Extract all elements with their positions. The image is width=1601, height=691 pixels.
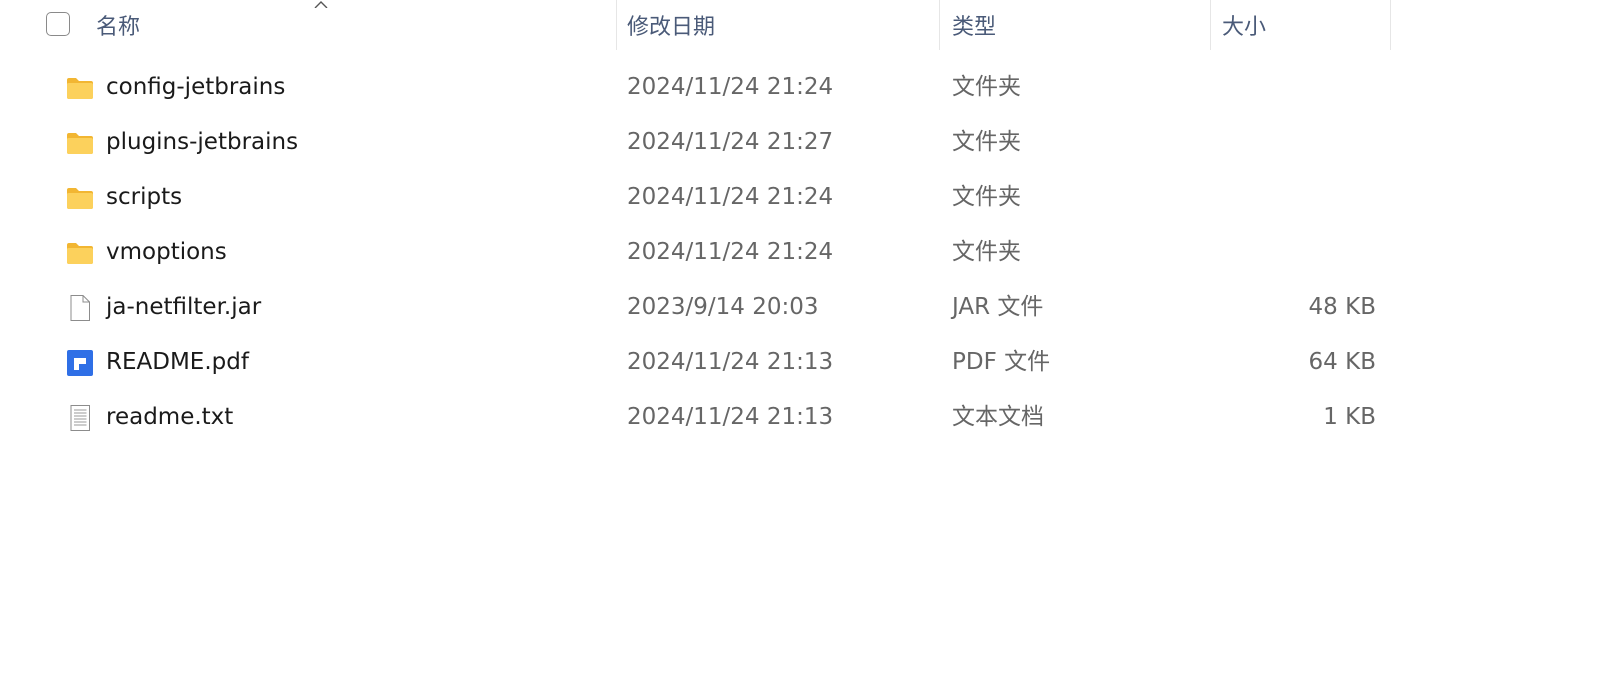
file-row[interactable]: vmoptions 2024/11/24 21:24 文件夹 xyxy=(0,225,1601,280)
file-name: vmoptions xyxy=(106,239,227,265)
file-size: 1 KB xyxy=(1323,404,1376,430)
file-size: 64 KB xyxy=(1308,349,1376,375)
file-row[interactable]: config-jetbrains 2024/11/24 21:24 文件夹 xyxy=(0,60,1601,115)
file-name: plugins-jetbrains xyxy=(106,129,299,155)
file-name: README.pdf xyxy=(106,349,249,375)
column-header-size-label: 大小 xyxy=(1222,15,1267,40)
column-divider[interactable] xyxy=(939,0,940,50)
file-type: 文件夹 xyxy=(952,129,1021,155)
column-divider[interactable] xyxy=(616,0,617,50)
file-row[interactable]: readme.txt 2024/11/24 21:13 文本文档 1 KB xyxy=(0,390,1601,445)
folder-icon xyxy=(67,188,93,209)
file-name: scripts xyxy=(106,184,183,210)
file-modified-date: 2023/9/14 20:03 xyxy=(627,294,819,320)
text-file-icon xyxy=(70,405,90,431)
file-type: 文件夹 xyxy=(952,74,1021,100)
column-header-name[interactable]: 名称 xyxy=(96,0,616,50)
column-divider[interactable] xyxy=(1390,0,1391,50)
file-name: readme.txt xyxy=(106,404,234,430)
file-icon xyxy=(70,295,90,321)
file-row[interactable]: ja-netfilter.jar 2023/9/14 20:03 JAR 文件 … xyxy=(0,280,1601,335)
folder-icon xyxy=(67,133,93,154)
file-modified-date: 2024/11/24 21:24 xyxy=(627,74,834,100)
file-explorer: 名称 修改日期 类型 大小 config-jetbrains 2024/11/2… xyxy=(0,0,1601,691)
file-row[interactable]: plugins-jetbrains 2024/11/24 21:27 文件夹 xyxy=(0,115,1601,170)
file-modified-date: 2024/11/24 21:24 xyxy=(627,184,834,210)
column-header-modified-label: 修改日期 xyxy=(627,15,716,40)
file-row[interactable]: README.pdf 2024/11/24 21:13 PDF 文件 64 KB xyxy=(0,335,1601,390)
file-name: config-jetbrains xyxy=(106,74,286,100)
file-modified-date: 2024/11/24 21:13 xyxy=(627,349,834,375)
file-type: JAR 文件 xyxy=(952,294,1044,320)
column-header-size[interactable]: 大小 xyxy=(1222,0,1387,50)
column-header-type[interactable]: 类型 xyxy=(952,0,1207,50)
file-modified-date: 2024/11/24 21:13 xyxy=(627,404,834,430)
file-type: 文本文档 xyxy=(952,404,1044,430)
file-type: PDF 文件 xyxy=(952,349,1051,375)
file-type: 文件夹 xyxy=(952,184,1021,210)
column-header-type-label: 类型 xyxy=(952,15,997,40)
column-header-name-label: 名称 xyxy=(96,15,141,40)
folder-icon xyxy=(67,243,93,264)
pdf-icon xyxy=(67,350,93,376)
file-modified-date: 2024/11/24 21:27 xyxy=(627,129,834,155)
select-all-checkbox[interactable] xyxy=(46,12,70,36)
file-row[interactable]: scripts 2024/11/24 21:24 文件夹 xyxy=(0,170,1601,225)
column-header-bar: 名称 修改日期 类型 大小 xyxy=(0,0,1601,50)
column-header-modified[interactable]: 修改日期 xyxy=(627,0,937,50)
file-size: 48 KB xyxy=(1308,294,1376,320)
folder-icon xyxy=(67,78,93,99)
file-name: ja-netfilter.jar xyxy=(106,294,262,320)
column-divider[interactable] xyxy=(1210,0,1211,50)
file-modified-date: 2024/11/24 21:24 xyxy=(627,239,834,265)
file-type: 文件夹 xyxy=(952,239,1021,265)
